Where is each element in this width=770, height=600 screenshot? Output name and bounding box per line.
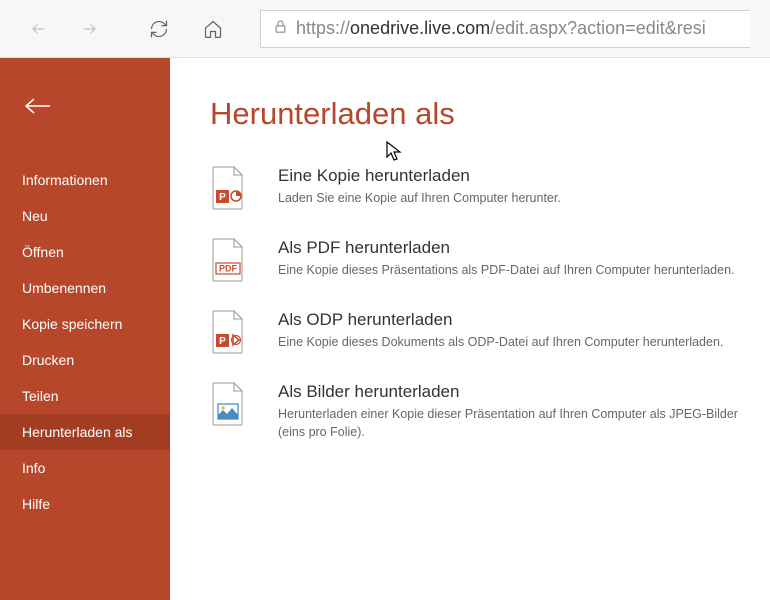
image-icon [210, 382, 246, 426]
sidebar-item-drucken[interactable]: Drucken [0, 342, 170, 378]
forward-button[interactable] [70, 10, 108, 48]
page-title: Herunterladen als [210, 96, 740, 132]
pdf-icon: PDF [210, 238, 246, 282]
powerpoint-icon: P [210, 166, 246, 210]
option-desc: Eine Kopie dieses Präsentations als PDF-… [278, 262, 740, 280]
svg-text:P: P [219, 192, 226, 203]
svg-text:P: P [219, 336, 226, 347]
option-desc: Eine Kopie dieses Dokuments als ODP-Date… [278, 334, 740, 352]
sidebar-item-neu[interactable]: Neu [0, 198, 170, 234]
option-title: Als Bilder herunterladen [278, 382, 740, 402]
option-desc: Herunterladen einer Kopie dieser Präsent… [278, 406, 740, 441]
option-text: Als PDF herunterladen Eine Kopie dieses … [278, 238, 740, 280]
sidebar: Informationen Neu Öffnen Umbenennen Kopi… [0, 58, 170, 600]
option-download-pdf[interactable]: PDF Als PDF herunterladen Eine Kopie die… [210, 238, 740, 282]
option-download-odp[interactable]: P Als ODP herunterladen Eine Kopie diese… [210, 310, 740, 354]
address-bar[interactable]: https://onedrive.live.com/edit.aspx?acti… [260, 10, 750, 48]
sidebar-items: Informationen Neu Öffnen Umbenennen Kopi… [0, 158, 170, 522]
option-title: Als ODP herunterladen [278, 310, 740, 330]
option-download-copy[interactable]: P Eine Kopie herunterladen Laden Sie ein… [210, 166, 740, 210]
option-download-images[interactable]: Als Bilder herunterladen Herunterladen e… [210, 382, 740, 441]
svg-text:PDF: PDF [219, 264, 238, 274]
option-text: Als Bilder herunterladen Herunterladen e… [278, 382, 740, 441]
lock-icon [273, 18, 288, 39]
refresh-button[interactable] [140, 10, 178, 48]
sidebar-item-kopie-speichern[interactable]: Kopie speichern [0, 306, 170, 342]
sidebar-item-hilfe[interactable]: Hilfe [0, 486, 170, 522]
sidebar-item-umbenennen[interactable]: Umbenennen [0, 270, 170, 306]
option-title: Eine Kopie herunterladen [278, 166, 740, 186]
home-button[interactable] [194, 10, 232, 48]
main-content: Herunterladen als P Eine Kopie herunterl… [170, 58, 770, 600]
odp-icon: P [210, 310, 246, 354]
back-button[interactable] [20, 10, 58, 48]
option-title: Als PDF herunterladen [278, 238, 740, 258]
app-container: Informationen Neu Öffnen Umbenennen Kopi… [0, 58, 770, 600]
sidebar-item-info[interactable]: Info [0, 450, 170, 486]
sidebar-item-teilen[interactable]: Teilen [0, 378, 170, 414]
url-text: https://onedrive.live.com/edit.aspx?acti… [296, 18, 706, 39]
option-desc: Laden Sie eine Kopie auf Ihren Computer … [278, 190, 740, 208]
browser-toolbar: https://onedrive.live.com/edit.aspx?acti… [0, 0, 770, 58]
back-arrow[interactable] [22, 96, 54, 128]
sidebar-item-herunterladen-als[interactable]: Herunterladen als [0, 414, 170, 450]
option-text: Als ODP herunterladen Eine Kopie dieses … [278, 310, 740, 352]
sidebar-item-informationen[interactable]: Informationen [0, 162, 170, 198]
option-text: Eine Kopie herunterladen Laden Sie eine … [278, 166, 740, 208]
sidebar-item-oeffnen[interactable]: Öffnen [0, 234, 170, 270]
